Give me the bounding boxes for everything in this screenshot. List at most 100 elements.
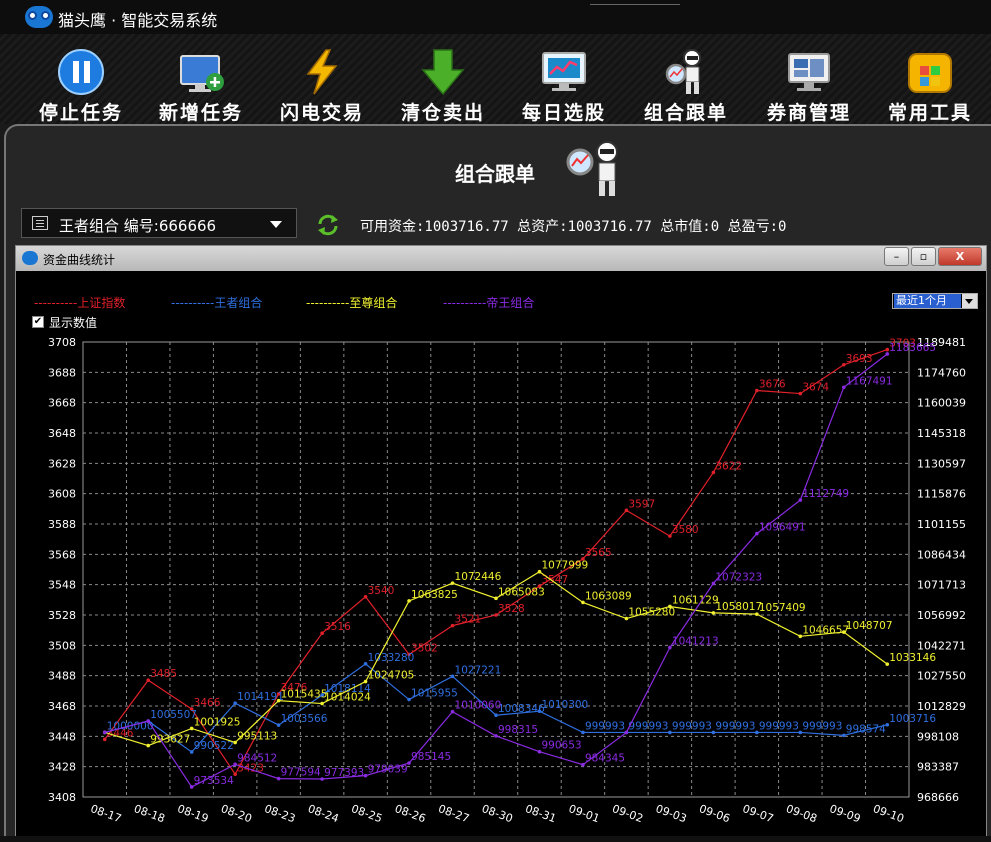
y-left-tick-label: 3548: [48, 579, 76, 592]
y-left-tick-label: 3428: [48, 761, 76, 774]
data-label-zhizun: 1001925: [194, 716, 241, 728]
data-label-zhizun: 1055280: [628, 607, 675, 619]
data-label-wangzhe: 999993: [759, 720, 799, 732]
y-right-tick-label: 1101155: [917, 518, 966, 531]
toolbox-icon: [908, 53, 952, 93]
y-right-tick-label: 1071713: [917, 579, 966, 592]
stop-task-button[interactable]: 停止任务: [20, 34, 142, 124]
broker-manage-button[interactable]: 券商管理: [748, 34, 870, 124]
refresh-icon[interactable]: [316, 213, 340, 237]
data-label-zhizun: 995113: [237, 731, 277, 743]
data-label-shanghai: 3540: [368, 585, 395, 597]
y-right-tick-label: 1027550: [917, 670, 966, 683]
y-left-tick-label: 3568: [48, 548, 76, 561]
data-label-zhizun: 1065083: [498, 586, 545, 598]
x-tick-label: 09-03: [654, 802, 688, 825]
data-label-wangzhe: 1027221: [455, 664, 502, 676]
clear-sell-label: 清仓卖出: [400, 102, 485, 124]
y-right-tick-label: 1086434: [917, 548, 966, 561]
data-label-shanghai: 3466: [194, 697, 221, 709]
y-left-tick-label: 3468: [48, 700, 76, 713]
data-label-wangzhe: 1010300: [541, 699, 588, 711]
data-label-zhizun: 1048707: [846, 620, 893, 632]
data-label-diwang: 985145: [411, 751, 451, 763]
data-label-zhizun: 1015435: [281, 689, 328, 701]
data-point-diwang: [624, 730, 629, 735]
data-label-diwang: 1096491: [759, 522, 806, 534]
y-right-tick-label: 1115876: [917, 488, 966, 501]
data-label-shanghai: 3516: [324, 621, 351, 633]
portfolio-follow-button[interactable]: 组合跟单: [625, 34, 747, 124]
owl-logo-icon: [25, 6, 53, 28]
add-task-button[interactable]: 新增任务: [140, 34, 262, 124]
flash-trade-button[interactable]: 闪电交易: [261, 34, 383, 124]
x-tick-label: 08-17: [89, 802, 123, 825]
data-label-shanghai: 3521: [455, 614, 482, 626]
data-label-wangzhe: 999993: [802, 720, 842, 732]
portfolio-select[interactable]: 王者组合 编号:666666: [21, 208, 297, 238]
toolbar: 停止任务 新增任务 闪电交易 清仓卖出 每日选股 组合跟单 券商管理 常用工具: [0, 34, 991, 124]
x-tick-label: 09-06: [697, 802, 731, 825]
data-label-zhizun: 1072446: [455, 571, 502, 583]
magnifier-robot-icon: [566, 141, 618, 196]
windows-icon: [788, 53, 830, 91]
y-left-tick-label: 3708: [48, 336, 76, 349]
y-left-tick-label: 3628: [48, 457, 76, 470]
chart-monitor-icon: [542, 52, 586, 91]
app-title: 猫头鹰 · 智能交易系统: [58, 11, 218, 30]
data-label-diwang: 1112749: [802, 488, 849, 500]
lightning-icon: [306, 49, 338, 95]
data-label-zhizun: 1057409: [759, 602, 806, 614]
down-arrow-icon: [421, 49, 465, 96]
data-label-zhizun: 1061129: [672, 594, 719, 606]
y-right-tick-label: 1042271: [917, 639, 966, 652]
data-label-wangzhe: 999993: [715, 720, 755, 732]
y-left-tick-label: 3488: [48, 670, 76, 683]
data-label-diwang: 1072323: [715, 571, 762, 583]
data-label-shanghai: 3674: [802, 382, 829, 394]
x-tick-label: 08-24: [306, 802, 340, 825]
data-label-shanghai: 3528: [498, 603, 525, 615]
data-label-shanghai: 3565: [585, 547, 612, 559]
data-label-shanghai: 3622: [715, 460, 742, 472]
equity-curve-window: 资金曲线统计 – ▫ X ----------上证指数 ----------王者…: [15, 245, 987, 837]
data-label-wangzhe: 1008346: [498, 703, 545, 715]
common-tools-button[interactable]: 常用工具: [869, 34, 991, 124]
data-label-shanghai: 3597: [628, 498, 655, 510]
data-label-wangzhe: 990522: [194, 740, 234, 752]
data-label-wangzhe: 1005507: [150, 709, 197, 721]
broker-manage-label: 券商管理: [766, 102, 851, 124]
daily-pick-label: 每日选股: [521, 102, 606, 124]
common-tools-label: 常用工具: [887, 102, 972, 124]
x-tick-label: 08-25: [350, 802, 384, 825]
data-label-diwang: 977393: [324, 767, 364, 779]
y-left-tick-label: 3668: [48, 397, 76, 410]
account-stats: 可用资金:1003716.77 总资产:1003716.77 总市值:0 总盈亏…: [360, 219, 787, 235]
data-label-shanghai: 3693: [846, 353, 873, 365]
clear-sell-button[interactable]: 清仓卖出: [382, 34, 504, 124]
portfolio-select-value: 王者组合 编号:666666: [59, 217, 217, 235]
daily-pick-button[interactable]: 每日选股: [503, 34, 625, 124]
x-tick-label: 09-02: [610, 802, 644, 825]
data-label-diwang: 998315: [498, 724, 538, 736]
x-tick-label: 09-01: [567, 802, 601, 825]
x-tick-label: 08-27: [436, 802, 470, 825]
y-left-tick-label: 3408: [48, 791, 76, 804]
data-label-zhizun: 1024705: [368, 670, 415, 682]
x-tick-label: 08-26: [393, 802, 427, 825]
x-tick-label: 09-07: [741, 802, 775, 825]
portfolio-follow-label: 组合跟单: [643, 102, 728, 124]
y-left-tick-label: 3648: [48, 427, 76, 440]
data-label-wangzhe: 1033280: [368, 652, 415, 664]
title-bar: 猫头鹰 · 智能交易系统: [0, 0, 991, 34]
data-label-zhizun: 1014024: [324, 692, 371, 704]
data-label-wangzhe: 1014191: [237, 691, 284, 703]
data-label-zhizun: 1058017: [715, 601, 762, 613]
y-right-tick-label: 1130597: [917, 457, 966, 470]
data-label-wangzhe: 1003716: [889, 713, 936, 725]
x-tick-label: 08-18: [132, 802, 166, 825]
data-label-shanghai: 3676: [759, 379, 786, 391]
y-right-tick-label: 983387: [917, 761, 959, 774]
data-point-diwang: [146, 719, 151, 723]
y-left-tick-label: 3688: [48, 366, 76, 379]
